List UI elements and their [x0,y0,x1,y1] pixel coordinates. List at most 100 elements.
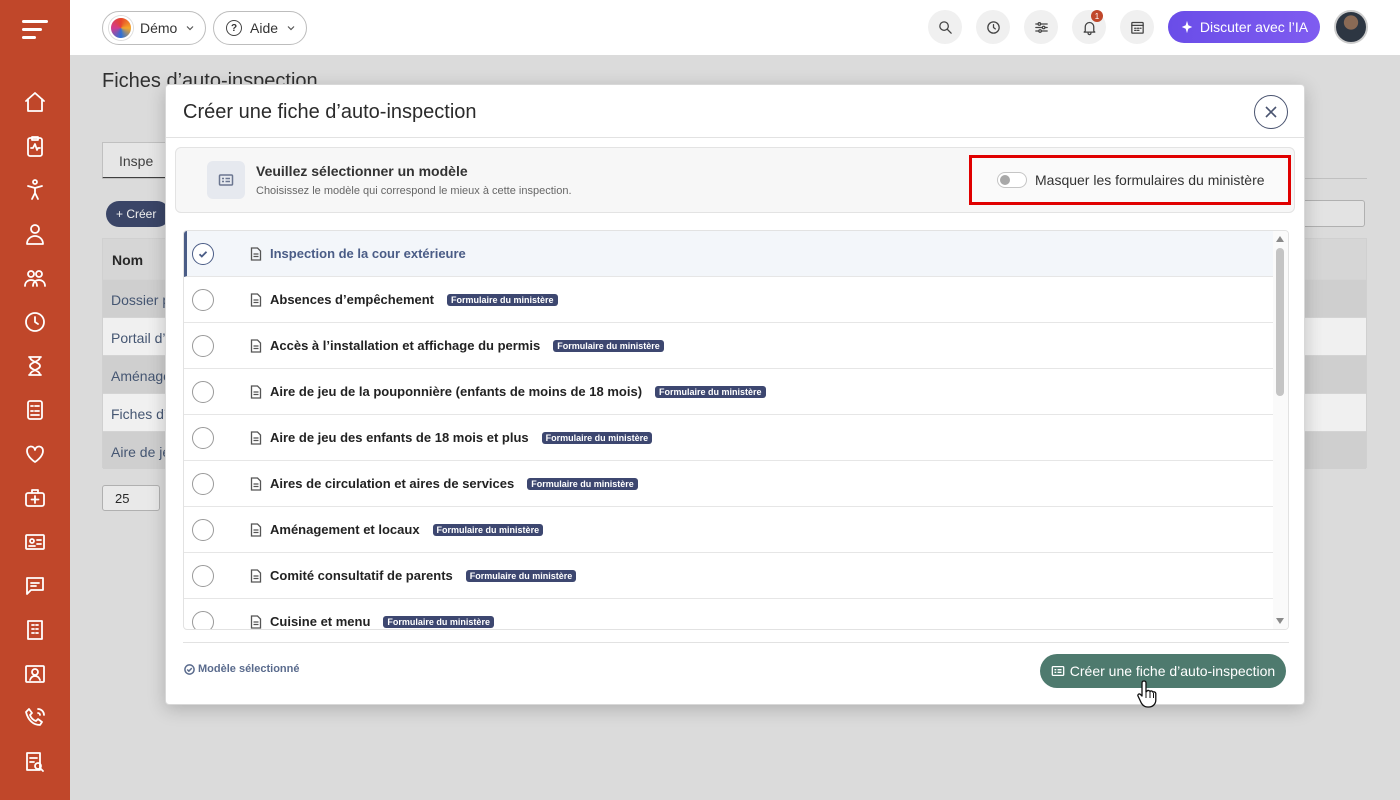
hide-ministry-forms-toggle-area: Masquer les formulaires du ministère [969,155,1291,205]
ministry-form-badge: Formulaire du ministère [655,385,766,398]
ministry-form-badge: Formulaire du ministère [465,569,577,582]
radio-unchecked[interactable] [192,610,214,629]
org-label: Démo [140,20,178,36]
history-button[interactable] [976,10,1010,44]
create-button-label: Créer une fiche d’auto-inspection [1069,663,1276,679]
ministry-form-badge: Formulaire du ministère [432,523,544,536]
org-logo-icon [109,16,133,40]
panel-subtitle: Choisissez le modèle qui correspond le m… [256,185,572,197]
document-icon [250,430,262,445]
template-list: Inspection de la cour extérieure Absences… [183,230,1289,630]
template-list-item[interactable]: Aménagement et locaux Formulaire du minis… [184,507,1273,553]
search-button[interactable] [928,10,962,44]
ministry-form-badge: Formulaire du ministère [383,615,494,628]
home-icon[interactable] [21,88,49,116]
sliders-icon [1034,21,1048,33]
notifications-button[interactable]: 1 [1072,10,1106,44]
message-icon[interactable] [21,572,49,600]
radio-unchecked[interactable] [192,288,214,311]
template-item-label: Aires de circulation et aires de service… [270,476,515,491]
template-item-label: Cuisine et menu [270,614,371,629]
help-menu[interactable]: ? Aide [213,11,308,45]
check-icon [198,250,208,258]
ai-chat-button[interactable]: Discuter avec l’IA [1168,11,1320,43]
sidebar [0,0,70,800]
user-avatar[interactable] [1334,10,1368,44]
radio-checked[interactable] [192,242,214,265]
ministry-form-badge: Formulaire du ministère [447,293,558,306]
heart-icon[interactable] [21,440,49,468]
template-item-label: Comité consultatif de parents [270,568,453,583]
report-search-icon[interactable] [21,748,49,776]
staff-icon[interactable] [21,220,49,248]
close-button[interactable] [1254,95,1288,129]
modal-title: Créer une fiche d’auto-inspection [183,101,477,123]
radio-unchecked[interactable] [192,472,214,495]
clipboard-pulse-icon[interactable] [21,132,49,160]
ministry-form-badge: Formulaire du ministère [527,477,638,490]
toggle-label: Masquer les formulaires du ministère [1035,172,1265,188]
panel-title: Veuillez sélectionner un modèle [256,163,468,179]
sparkle-icon [1181,20,1193,34]
hide-ministry-forms-toggle[interactable] [997,172,1027,188]
close-icon [1265,106,1277,118]
radio-unchecked[interactable] [192,334,214,357]
template-list-item[interactable]: Aires de circulation et aires de service… [184,461,1273,507]
template-item-label-group: Absences d’empêchement Formulaire du mini… [270,292,558,307]
radio-unchecked[interactable] [192,426,214,449]
calendar-button[interactable] [1120,10,1154,44]
modal-divider [166,137,1304,138]
hourglass-icon[interactable] [21,352,49,380]
template-list-item[interactable]: Cuisine et menu Formulaire du ministère [184,599,1273,629]
users-icon[interactable] [21,264,49,292]
id-card-icon[interactable] [21,528,49,556]
ministry-form-badge: Formulaire du ministère [553,339,664,352]
first-aid-icon[interactable] [21,484,49,512]
menu-icon[interactable] [22,20,48,40]
template-list-item[interactable]: Aire de jeu de la pouponnière (enfants d… [184,369,1273,415]
template-item-label: Accès à l’installation et affichage du p… [270,338,541,353]
template-list-item[interactable]: Inspection de la cour extérieure [184,231,1273,277]
template-item-label-group: Accès à l’installation et affichage du p… [270,338,664,353]
scroll-up-arrow[interactable] [1276,236,1284,242]
template-item-label: Aire de jeu de la pouponnière (enfants d… [270,384,643,399]
template-item-label: Aire de jeu des enfants de 18 mois et pl… [270,430,529,445]
scrollbar[interactable] [1273,231,1288,629]
history-icon[interactable] [21,308,49,336]
org-selector[interactable]: Démo [102,11,207,45]
contact-board-icon[interactable] [21,660,49,688]
filters-button[interactable] [1024,10,1058,44]
template-item-label: Inspection de la cour extérieure [270,246,466,261]
child-icon[interactable] [21,176,49,204]
template-item-label-group: Inspection de la cour extérieure [270,246,466,261]
help-icon: ? [226,20,242,36]
template-list-item[interactable]: Absences d’empêchement Formulaire du mini… [184,277,1273,323]
template-list-item[interactable]: Accès à l’installation et affichage du p… [184,323,1273,369]
footer-divider [183,642,1289,643]
ai-chat-label: Discuter avec l’IA [1199,19,1309,35]
radio-unchecked[interactable] [192,564,214,587]
radio-unchecked[interactable] [192,518,214,541]
document-icon [250,384,262,399]
checklist-icon[interactable] [21,396,49,424]
document-icon [250,614,262,629]
chevron-down-icon [186,26,194,31]
template-list-item[interactable]: Aire de jeu des enfants de 18 mois et pl… [184,415,1273,461]
template-item-label-group: Aire de jeu des enfants de 18 mois et pl… [270,430,653,445]
template-item-label: Aménagement et locaux [270,522,420,537]
chevron-down-icon [287,26,295,31]
phone-ring-icon[interactable] [21,704,49,732]
building-icon[interactable] [21,616,49,644]
calendar-icon [1130,21,1144,34]
create-inspection-button[interactable]: Créer une fiche d’auto-inspection [1040,654,1286,688]
hand-cursor-icon [1137,680,1157,708]
template-list-item[interactable]: Comité consultatif de parents Formulaire … [184,553,1273,599]
template-item-label-group: Aire de jeu de la pouponnière (enfants d… [270,384,766,399]
search-icon [938,20,952,34]
form-icon [207,161,245,199]
radio-unchecked[interactable] [192,380,214,403]
scroll-thumb[interactable] [1276,248,1284,396]
template-item-label-group: Comité consultatif de parents Formulaire … [270,568,577,583]
scroll-down-arrow[interactable] [1276,618,1284,624]
check-circle-icon [184,663,195,675]
